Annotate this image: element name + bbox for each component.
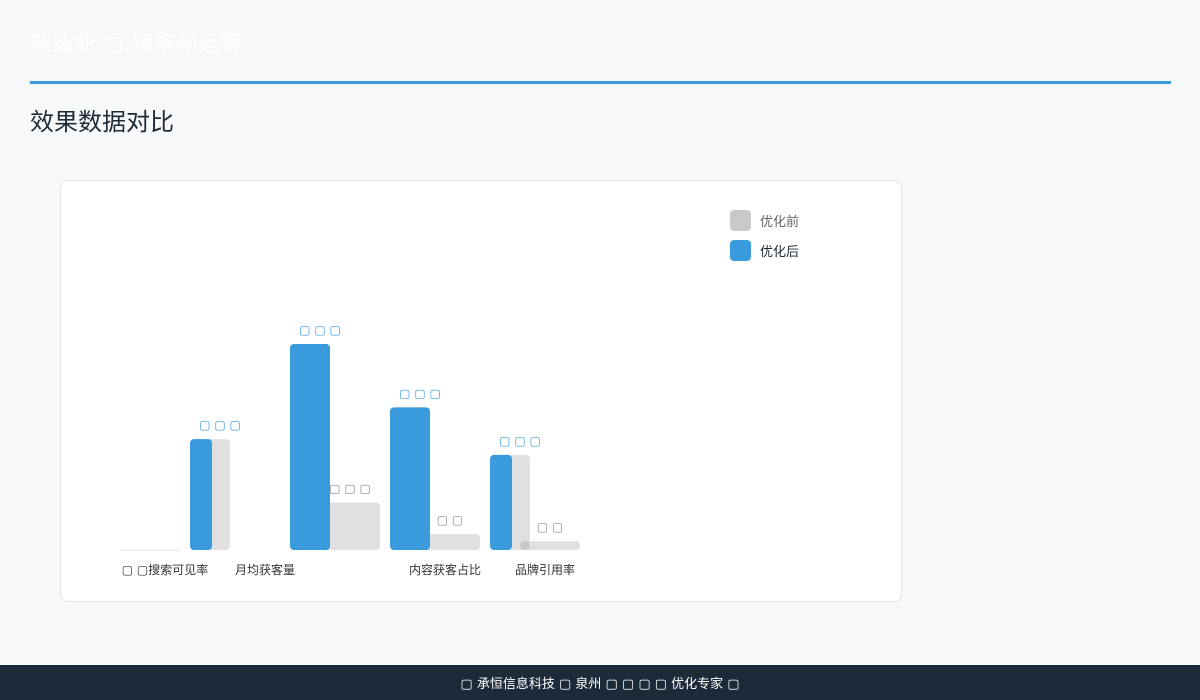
bar-after [290, 343, 330, 550]
legend-swatch-before [730, 209, 751, 231]
legend-label-after: 优化后 [760, 244, 800, 260]
bar-before-value-label: ▢ ▢ [437, 513, 464, 527]
x-tick-label: 品牌引用率 [515, 562, 575, 577]
bar-after [190, 439, 212, 550]
x-tick-label: 内容获客占比 [409, 562, 481, 577]
legend-swatch-after [730, 239, 751, 261]
bar-chart: ▢ ▢ ▢ ▢ ▢搜索可见率 ▢ ▢ ▢ ▢ ▢ ▢ 月均获客量 ▢ ▢ ▢ ▢ ▢ 内容获客… [120, 323, 580, 577]
bar-after-value-label: ▢ ▢ ▢ [499, 434, 541, 448]
chart-legend: 优化前 优化后 [730, 209, 800, 270]
bar-before-value-label: ▢ ▢ ▢ [329, 481, 371, 495]
bar-before-value-label: ▢ ▢ [537, 520, 564, 534]
x-tick-label: ▢ ▢搜索可见率 [122, 562, 209, 577]
bar-after-value-label: ▢ ▢ ▢ [399, 386, 441, 400]
bar-after [390, 407, 430, 550]
bar-before [520, 541, 530, 550]
page-footer: ▢ 承恒信息科技 ▢ 泉州 ▢ ▢ ▢ ▢ 优化专家 ▢ [0, 665, 1200, 700]
bar-after [490, 454, 512, 550]
legend-item-before: 优化前 [730, 209, 800, 231]
bar-after-value-label: ▢ ▢ ▢ [199, 418, 241, 432]
legend-label-before: 优化前 [760, 214, 800, 230]
bar-after-value-label: ▢ ▢ ▢ [299, 323, 341, 337]
x-tick-label: 月均获客量 [235, 562, 295, 577]
legend-item-after: 优化后 [730, 239, 800, 261]
footer-text: ▢ 承恒信息科技 ▢ 泉州 ▢ ▢ ▢ ▢ 优化专家 ▢ [460, 677, 740, 692]
